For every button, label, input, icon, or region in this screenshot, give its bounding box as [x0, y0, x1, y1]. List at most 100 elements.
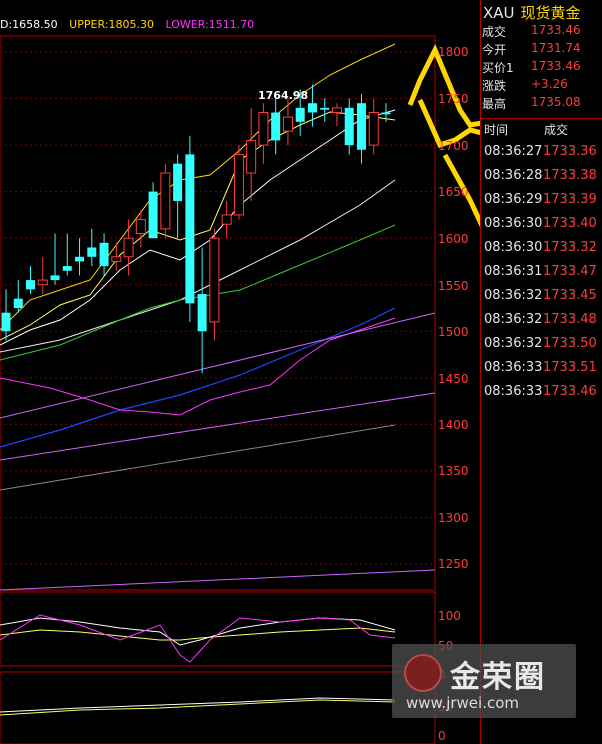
tick-header-time: 时间 [484, 123, 509, 137]
tick-row: 08:36:33 1733.51 [481, 360, 602, 382]
quote-value: 1731.74 [531, 41, 581, 55]
tick-time: 08:36:31 [484, 264, 543, 279]
tick-price: 1733.32 [543, 240, 597, 255]
candle-body [37, 279, 48, 286]
symbol-name: 现货黄金 [520, 4, 581, 22]
quote-label: 买价1 [482, 61, 514, 75]
candle-body [99, 242, 109, 267]
tick-price: 1733.45 [543, 288, 597, 303]
tick-row: 08:36:30 1733.32 [481, 240, 602, 262]
quote-value: 1733.46 [531, 59, 581, 73]
candle-body [87, 247, 97, 257]
tick-time: 08:36:27 [484, 144, 543, 159]
y-tick-1300: 1300 [438, 511, 469, 525]
tick-row: 08:36:28 1733.38 [481, 168, 602, 190]
candle-body [282, 116, 293, 132]
candle-body [123, 237, 134, 258]
ma-white2-line [0, 179, 396, 353]
upper-band-line [0, 43, 396, 331]
candle-body [295, 107, 305, 122]
y-tick-1700: 1700 [438, 139, 469, 153]
candle-body [344, 107, 354, 146]
quote-value: 1733.46 [531, 23, 581, 37]
quote-label: 今开 [482, 43, 507, 57]
tick-row: 08:36:32 1733.48 [481, 312, 602, 334]
candle-body [331, 107, 342, 114]
candle-body [271, 112, 281, 141]
quote-row-high: 最高 1735.08 [481, 95, 602, 113]
candle-body [135, 219, 146, 235]
candle-body [197, 294, 207, 332]
tick-price: 1733.38 [543, 168, 597, 183]
vol-tick-0: 0 [438, 729, 446, 743]
tick-row: 08:36:31 1733.47 [481, 264, 602, 286]
quote-value: +3.26 [531, 77, 568, 91]
quote-row-last: 成交 1733.46 [481, 23, 602, 41]
volume-panel-frame [0, 671, 436, 744]
tick-time: 08:36:32 [484, 288, 543, 303]
y-tick-1750: 1750 [438, 92, 469, 106]
candle-body [160, 172, 171, 230]
ma-yellow-line [0, 111, 396, 341]
y-tick-1650: 1650 [438, 185, 469, 199]
candle-body [320, 107, 330, 110]
candle-body [356, 103, 366, 150]
candle-body [185, 154, 195, 304]
quote-row-bid: 买价1 1733.46 [481, 59, 602, 77]
candlestick-chart[interactable] [0, 0, 480, 744]
y-tick-1600: 1600 [438, 232, 469, 246]
watermark-brand: 金荣圈 [450, 660, 546, 695]
tick-price: 1733.50 [543, 336, 597, 351]
y-tick-1800: 1800 [438, 45, 469, 59]
candle-body [258, 112, 269, 146]
chart-area[interactable]: D:1658.50 UPPER:1805.30 LOWER:1511.70 18… [0, 0, 480, 744]
symbol-code: XAU [483, 4, 515, 22]
tick-time: 08:36:33 [484, 360, 543, 375]
tick-time: 08:36:28 [484, 168, 543, 183]
trend-magenta-lower [0, 392, 436, 461]
tick-header-price: 成交 [544, 123, 569, 137]
trend-gray [0, 424, 396, 491]
tick-row: 08:36:27 1733.36 [481, 144, 602, 166]
candle-body [233, 153, 244, 216]
quote-value: 1735.08 [531, 95, 581, 109]
quote-label: 最高 [482, 97, 507, 111]
candle-body [62, 266, 72, 271]
candle-body [307, 103, 317, 113]
watermark: 金荣圈 www.jrwei.com [392, 644, 576, 718]
tick-time: 08:36:32 [484, 312, 543, 327]
arrow-zigzag-3 [442, 153, 480, 228]
osc-tick-100: 100 [438, 609, 461, 623]
candle-body [111, 256, 122, 262]
quote-row-open: 今开 1731.74 [481, 41, 602, 59]
candle-body [1, 312, 11, 332]
candle-body [75, 256, 85, 262]
tick-row: 08:36:29 1733.39 [481, 192, 602, 214]
quote-label: 成交 [482, 25, 507, 39]
quote-panel: XAU 现货黄金 成交 1733.46 今开 1731.74 买价1 1733.4… [480, 0, 602, 744]
lower-band-line [0, 317, 396, 416]
tick-time: 08:36:33 [484, 384, 543, 399]
tick-row: 08:36:33 1733.46 [481, 384, 602, 406]
oscillator-line-white [0, 617, 396, 646]
oscillator-line-yellow [0, 627, 396, 641]
candle-body [246, 139, 257, 174]
y-tick-1500: 1500 [438, 325, 469, 339]
tick-row: 08:36:32 1733.45 [481, 288, 602, 310]
y-tick-1550: 1550 [438, 279, 469, 293]
quote-row-change: 涨跌 +3.26 [481, 77, 602, 95]
candle-body [368, 112, 379, 146]
tick-price: 1733.40 [543, 216, 597, 231]
tick-row: 08:36:32 1733.50 [481, 336, 602, 358]
tick-price: 1733.46 [543, 384, 597, 399]
candle-body [13, 298, 23, 308]
candle-body [148, 191, 158, 239]
tick-price: 1733.48 [543, 312, 597, 327]
tick-price: 1733.47 [543, 264, 597, 279]
candle-body [173, 163, 183, 201]
candle-body [221, 214, 232, 225]
tick-time: 08:36:30 [484, 240, 543, 255]
tick-price: 1733.36 [543, 144, 597, 159]
y-tick-1350: 1350 [438, 464, 469, 478]
trend-magenta-bottom [0, 569, 436, 591]
